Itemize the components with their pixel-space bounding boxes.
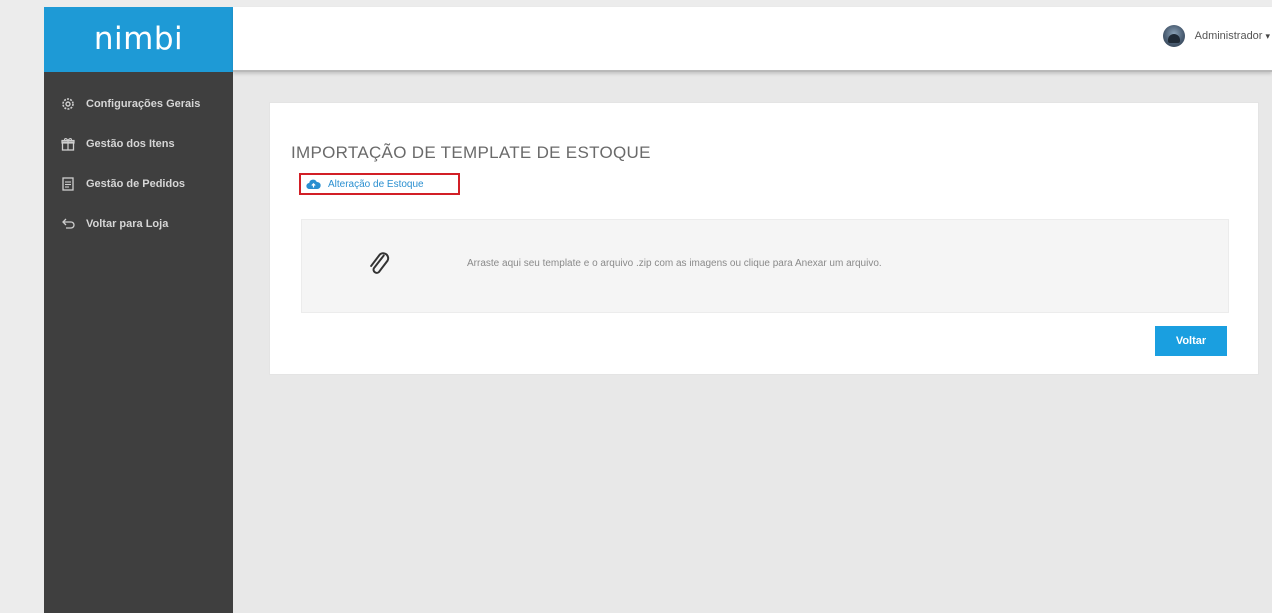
sidebar: nimbi Configurações Gerais Gestão dos It… — [44, 7, 233, 613]
voltar-button[interactable]: Voltar — [1155, 326, 1227, 356]
paperclip-icon — [370, 252, 390, 274]
alteracao-estoque-link[interactable]: Alteração de Estoque — [299, 173, 460, 195]
chevron-down-icon: ▾ — [1265, 30, 1270, 41]
page-title: IMPORTAÇÃO DE TEMPLATE DE ESTOQUE — [291, 143, 651, 162]
sidebar-nav: Configurações Gerais Gestão dos Itens Ge… — [44, 72, 233, 244]
import-card: IMPORTAÇÃO DE TEMPLATE DE ESTOQUE Altera… — [269, 102, 1259, 375]
cloud-upload-icon — [306, 179, 321, 190]
gift-icon — [61, 137, 75, 151]
document-icon — [61, 177, 75, 191]
user-name: Administrador — [1194, 30, 1263, 42]
user-menu[interactable]: Administrador ▾ — [1162, 25, 1270, 47]
logo-bar[interactable]: nimbi — [44, 7, 233, 72]
sidebar-item-label: Gestão dos Itens — [86, 138, 175, 150]
sidebar-item-voltar-para-loja[interactable]: Voltar para Loja — [44, 204, 233, 244]
avatar — [1162, 25, 1185, 47]
logo: nimbi — [93, 20, 184, 57]
sidebar-item-gestao-de-pedidos[interactable]: Gestão de Pedidos — [44, 164, 233, 204]
sidebar-item-configuracoes-gerais[interactable]: Configurações Gerais — [44, 84, 233, 124]
file-dropzone[interactable]: Arraste aqui seu template e o arquivo .z… — [301, 219, 1229, 313]
app-frame: nimbi Configurações Gerais Gestão dos It… — [44, 7, 1272, 613]
upload-link-label: Alteração de Estoque — [328, 178, 424, 190]
dropzone-instructions: Arraste aqui seu template e o arquivo .z… — [467, 258, 882, 269]
return-icon — [61, 217, 75, 231]
sidebar-item-gestao-dos-itens[interactable]: Gestão dos Itens — [44, 124, 233, 164]
gear-icon — [61, 97, 75, 111]
top-bar: Administrador ▾ — [233, 7, 1272, 72]
sidebar-item-label: Gestão de Pedidos — [86, 178, 186, 190]
sidebar-item-label: Configurações Gerais — [86, 98, 201, 110]
sidebar-item-label: Voltar para Loja — [86, 218, 169, 230]
